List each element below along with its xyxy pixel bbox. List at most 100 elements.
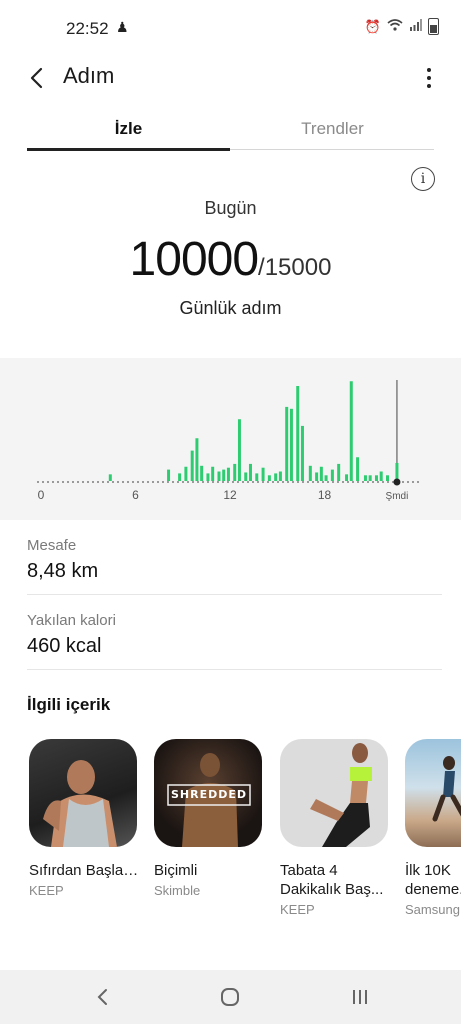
divider: [27, 594, 442, 595]
related-card[interactable]: Tabata 4 Dakikalık Baş... KEEP: [280, 739, 390, 917]
chart-bar: [374, 475, 378, 481]
chart-bar: [289, 408, 293, 481]
back-button[interactable]: [22, 62, 50, 94]
chart-bar: [379, 471, 383, 481]
card-title: İlk 10K deneme...: [405, 862, 461, 898]
day-label: Bugün: [204, 198, 257, 218]
chart-bar: [255, 473, 259, 481]
related-card[interactable]: SHREDDED Biçimli Skimble: [154, 739, 264, 898]
card-source: KEEP: [280, 902, 315, 917]
chevron-left-icon: [30, 67, 43, 89]
tab-divider: [230, 149, 434, 150]
card-title: Sıfırdan Başlayarak U...: [29, 862, 139, 879]
chart-bar: [349, 381, 353, 481]
card-thumbnail: [405, 739, 461, 847]
tab-izle[interactable]: İzle: [27, 114, 230, 152]
related-card[interactable]: İlk 10K deneme... Samsung: [405, 739, 461, 917]
chart-bar: [296, 386, 300, 481]
notification-icon: ♟: [116, 19, 129, 35]
status-bar: 22:52 ♟ ⏰: [0, 0, 461, 56]
signal-icon: [409, 19, 422, 34]
card-source: Samsung: [405, 902, 460, 917]
status-time: 22:52: [66, 19, 109, 38]
chart-bar: [244, 472, 248, 481]
chart-bar: [315, 472, 319, 481]
app-bar: Adım: [0, 56, 461, 100]
chart-bar: [261, 467, 265, 481]
chart-bar: [308, 465, 312, 481]
distance-label: Mesafe: [27, 537, 77, 554]
chart-bar: [237, 419, 241, 481]
chart-bar: [217, 471, 221, 481]
related-content-title: İlgili içerik: [27, 695, 111, 714]
chart-bar: [167, 469, 171, 481]
chart-bar: [363, 475, 367, 481]
chart-bar: [274, 473, 278, 481]
divider: [27, 669, 442, 670]
card-thumbnail: [29, 739, 137, 847]
chart-bar: [345, 474, 349, 481]
tab-trendler[interactable]: Trendler: [231, 114, 434, 152]
chart-bar: [190, 450, 194, 481]
x-tick-label: 12: [223, 488, 237, 502]
nav-home-icon: [221, 988, 239, 1006]
chart-bar: [278, 471, 282, 481]
steps-bar-chart: 0 6 12 18 Şmdi: [37, 380, 419, 502]
card-source: KEEP: [29, 883, 64, 898]
x-tick-label: 6: [132, 488, 139, 502]
wifi-icon: [387, 19, 403, 34]
tab-bar: İzle Trendler: [27, 114, 434, 152]
shredded-badge: SHREDDED: [170, 788, 248, 801]
steps-caption: Günlük adım: [179, 298, 282, 318]
status-icons: ⏰: [365, 18, 439, 35]
chart-bar: [233, 463, 237, 481]
related-content-carousel[interactable]: Sıfırdan Başlayarak U... KEEP SHREDDED B…: [0, 739, 461, 929]
more-dot-icon: [427, 68, 431, 72]
chart-bar: [184, 466, 188, 481]
steps-goal: /15000: [258, 254, 332, 281]
chart-bar: [386, 475, 389, 481]
nav-back-icon: [97, 989, 107, 1005]
card-thumbnail: SHREDDED: [154, 739, 262, 847]
chart-bar: [285, 406, 289, 481]
chart-bar: [395, 462, 399, 481]
chart-bar: [330, 469, 334, 481]
card-source: Skimble: [154, 883, 201, 898]
card-title: Tabata 4 Dakikalık Baş...: [280, 862, 384, 898]
active-tab-indicator: [27, 148, 230, 151]
chart-bar: [248, 463, 252, 481]
steps-value: 10000: [129, 233, 259, 286]
chart-bar: [211, 466, 215, 481]
chart-bar: [222, 469, 226, 481]
card-title: Biçimli: [154, 862, 198, 879]
distance-value: 8,48 km: [27, 560, 99, 582]
chart-bar: [226, 467, 230, 481]
chart-bar: [195, 438, 199, 481]
system-navigation-bar: [0, 970, 461, 1024]
steps-count: 10000/15000: [0, 232, 461, 287]
chart-bar: [337, 463, 341, 481]
x-tick-label: 0: [38, 488, 45, 502]
more-options-button[interactable]: [421, 62, 437, 94]
calories-value: 460 kcal: [27, 635, 102, 657]
chart-bar: [324, 475, 328, 481]
chart-bar: [319, 466, 323, 481]
distance-stat: Mesafe 8,48 km: [27, 537, 442, 583]
nav-home-button[interactable]: [210, 982, 250, 1012]
nav-back-button[interactable]: [82, 982, 122, 1012]
steps-chart-panel[interactable]: 0 6 12 18 Şmdi: [0, 358, 461, 520]
now-marker-dot: [393, 478, 401, 486]
info-icon[interactable]: i: [411, 167, 435, 191]
calories-stat: Yakılan kalori 460 kcal: [27, 612, 442, 658]
chart-bar: [200, 465, 204, 481]
nav-recents-icon: [353, 990, 367, 1004]
chart-bar: [178, 473, 182, 481]
alarm-icon: ⏰: [364, 18, 381, 34]
related-card[interactable]: Sıfırdan Başlayarak U... KEEP: [29, 739, 139, 898]
chart-bar: [368, 475, 372, 481]
page-title: Adım: [63, 63, 115, 88]
card-thumbnail: [280, 739, 388, 847]
battery-icon: [428, 18, 439, 35]
nav-recents-button[interactable]: [340, 982, 380, 1012]
chart-bar: [356, 457, 360, 481]
